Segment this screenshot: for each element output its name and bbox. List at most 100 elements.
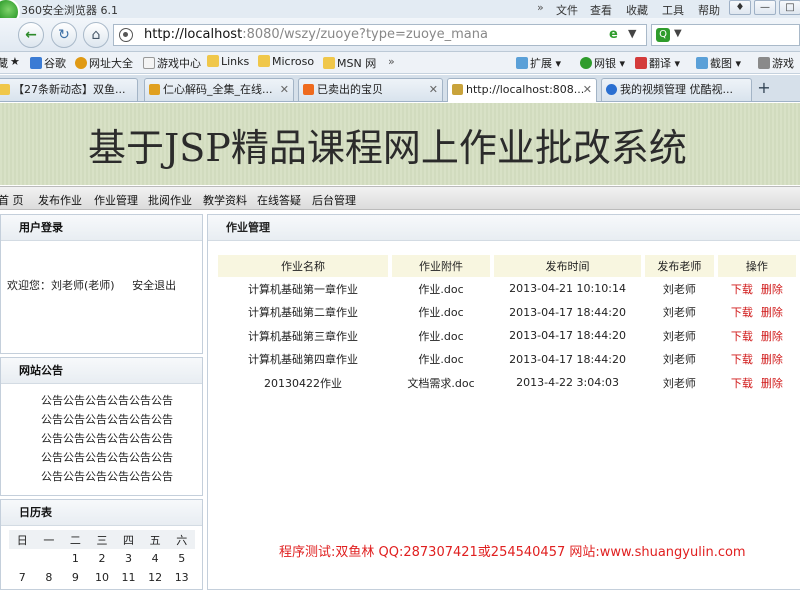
tool-extensions[interactable]: 扩展 ▾ — [516, 55, 561, 71]
notice-item[interactable]: 公告公告公告公告公告公告 — [41, 468, 173, 484]
weekday-header: 三 — [88, 530, 116, 549]
calendar-panel: 日历表 日 一 二 三 四 五 六 1 2 3 4 5 7 8 9 10 11 … — [0, 499, 203, 590]
login-panel: 用户登录 欢迎您：刘老师(老师) 安全退出 — [0, 214, 203, 354]
google-icon — [30, 57, 42, 69]
fav-msn[interactable]: MSN 网 — [323, 55, 376, 71]
notice-item[interactable]: 公告公告公告公告公告公告 — [41, 411, 173, 427]
nav-publish-homework[interactable]: 发布作业 — [38, 192, 82, 208]
tab-4-active[interactable]: http://localhost:808... ✕ — [447, 78, 597, 102]
tab-1[interactable]: 【27条新动态】双鱼... — [0, 78, 138, 101]
fav-more-icon[interactable]: » — [388, 55, 395, 68]
tab-close-icon[interactable]: ✕ — [583, 79, 592, 100]
notice-item[interactable]: 公告公告公告公告公告公告 — [41, 430, 173, 446]
login-panel-title: 用户登录 — [1, 215, 202, 241]
teacher-name: 刘老师 — [662, 376, 696, 390]
tool-ebank[interactable]: 网银 ▾ — [580, 55, 625, 71]
delete-link[interactable]: 删除 — [761, 330, 783, 343]
address-bar[interactable]: http://localhost:8080/wszy/zuoye?type=zu… — [113, 24, 647, 46]
calendar-day[interactable]: 5 — [168, 549, 195, 568]
attachment-link[interactable]: 文档需求.doc — [392, 371, 490, 395]
tool-translate[interactable]: 翻译 ▾ — [635, 55, 680, 71]
tab-2[interactable]: 仁心解码_全集_在线... ✕ — [144, 78, 294, 101]
calendar-day[interactable]: 1 — [62, 549, 89, 568]
nav-homework-manage[interactable]: 作业管理 — [94, 192, 138, 208]
fav-game-center[interactable]: 游戏中心 — [143, 55, 201, 71]
home-icon[interactable]: ⌂ — [83, 22, 109, 48]
attachment-link[interactable]: 作业.doc — [392, 348, 490, 372]
address-dropdown-icon[interactable]: ▼ — [628, 27, 636, 40]
download-link[interactable]: 下载 — [731, 353, 753, 366]
weekday-header: 四 — [115, 530, 142, 549]
download-link[interactable]: 下载 — [731, 306, 753, 319]
compat-mode-icon[interactable]: e — [609, 27, 618, 42]
calendar-day[interactable]: 7 — [9, 568, 36, 587]
fav-google[interactable]: 谷歌 — [30, 55, 66, 71]
fav-microsoft[interactable]: Microso — [258, 55, 314, 68]
menu-tools[interactable]: 工具 — [662, 2, 684, 18]
table-row: 计算机基础第四章作业 作业.doc 2013-04-17 18:44:20 刘老… — [218, 348, 796, 372]
tab-close-icon[interactable]: ✕ — [429, 79, 438, 100]
fav-collect[interactable]: 藏 — [0, 55, 8, 71]
tool-games[interactable]: 游戏 — [758, 55, 794, 71]
calendar-day[interactable]: 4 — [142, 549, 169, 568]
col-name: 作业名称 — [218, 255, 389, 277]
nav-online-qa[interactable]: 在线答疑 — [257, 192, 301, 208]
youku-icon — [606, 84, 617, 95]
fav-star-icon[interactable]: ★ — [10, 55, 20, 68]
menu-file[interactable]: 文件 — [556, 2, 578, 18]
screenshot-icon — [696, 57, 708, 69]
skin-button[interactable]: ♦ — [729, 0, 751, 15]
menu-chevron-icon[interactable]: » — [537, 1, 544, 14]
download-link[interactable]: 下载 — [731, 377, 753, 390]
logout-link[interactable]: 安全退出 — [132, 279, 176, 292]
nav-teaching-materials[interactable]: 教学资料 — [203, 192, 247, 208]
calendar-day[interactable]: 10 — [89, 568, 116, 587]
menu-favorites[interactable]: 收藏 — [626, 2, 648, 18]
maximize-button[interactable]: □ — [779, 0, 800, 15]
minimize-button[interactable]: — — [754, 0, 776, 15]
nav-grade-homework[interactable]: 批阅作业 — [148, 192, 192, 208]
delete-link[interactable]: 删除 — [761, 377, 783, 390]
tab-5[interactable]: 我的视频管理 优酷视... — [601, 78, 752, 101]
new-tab-button[interactable]: + — [754, 79, 774, 99]
search-box[interactable]: Q ▼ — [651, 24, 800, 46]
homework-name: 计算机基础第四章作业 — [248, 353, 359, 367]
delete-link[interactable]: 删除 — [761, 306, 783, 319]
fav-links[interactable]: Links — [207, 55, 249, 68]
security-shield-icon[interactable] — [119, 28, 133, 42]
calendar-day[interactable]: 11 — [115, 568, 142, 587]
notice-item[interactable]: 公告公告公告公告公告公告 — [41, 392, 173, 408]
refresh-icon[interactable]: ↻ — [51, 22, 77, 48]
calendar-day[interactable]: 9 — [62, 568, 89, 587]
attachment-link[interactable]: 作业.doc — [392, 301, 490, 325]
search-engine-icon[interactable]: Q — [656, 28, 670, 42]
calendar-day[interactable]: 3 — [115, 549, 142, 568]
tool-screenshot[interactable]: 截图 ▾ — [696, 55, 741, 71]
attachment-link[interactable]: 作业.doc — [392, 277, 490, 301]
delete-link[interactable]: 删除 — [761, 283, 783, 296]
tab-close-icon[interactable]: ✕ — [280, 79, 289, 100]
delete-link[interactable]: 删除 — [761, 353, 783, 366]
fav-hao123[interactable]: 网址大全 — [75, 55, 133, 71]
weekday-header: 一 — [35, 530, 63, 549]
browser-titlebar: 360安全浏览器 6.1 » 文件 查看 收藏 工具 帮助 ♦ — □ — [0, 0, 800, 26]
calendar-day[interactable]: 2 — [89, 549, 116, 568]
table-row: 计算机基础第三章作业 作业.doc 2013-04-17 18:44:20 刘老… — [218, 324, 796, 348]
notice-item[interactable]: 公告公告公告公告公告公告 — [41, 449, 173, 465]
calendar-day[interactable]: 8 — [36, 568, 63, 587]
publish-time: 2013-04-17 18:44:20 — [509, 352, 626, 366]
calendar-day[interactable]: 13 — [168, 568, 195, 587]
search-engine-dropdown-icon[interactable]: ▼ — [674, 28, 682, 39]
download-link[interactable]: 下载 — [731, 330, 753, 343]
nav-home[interactable]: 首 页 — [0, 192, 24, 208]
menu-view[interactable]: 查看 — [590, 2, 612, 18]
nav-admin[interactable]: 后台管理 — [312, 192, 356, 208]
menu-help[interactable]: 帮助 — [698, 2, 720, 18]
tab-3[interactable]: 已卖出的宝贝 ✕ — [298, 78, 443, 101]
download-link[interactable]: 下载 — [731, 283, 753, 296]
back-arrow-icon[interactable]: ← — [18, 22, 44, 48]
attachment-link[interactable]: 作业.doc — [392, 324, 490, 348]
site-nav-icon — [75, 57, 87, 69]
calendar-day[interactable]: 12 — [142, 568, 169, 587]
address-url[interactable]: http://localhost:8080/wszy/zuoye?type=zu… — [144, 27, 488, 42]
